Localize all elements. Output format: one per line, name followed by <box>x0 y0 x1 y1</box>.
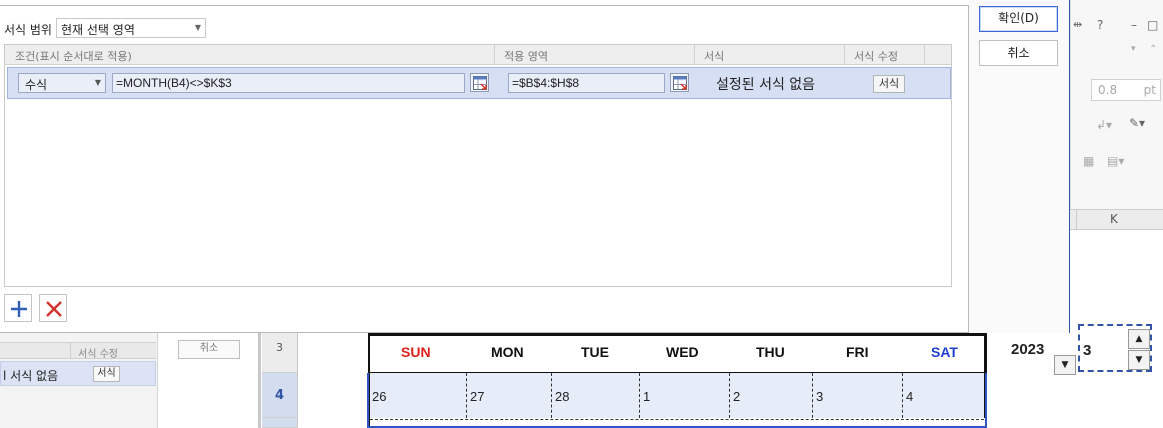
day-sun: SUN <box>401 344 431 360</box>
background-format-button[interactable]: 서식 <box>93 366 120 382</box>
sheet-edge <box>258 333 261 428</box>
plus-icon <box>11 301 27 317</box>
range-select-icon <box>473 76 487 90</box>
chevron-down-icon: ▼ <box>94 78 101 87</box>
weekday-header: SUN MON TUE WED THU FRI SAT <box>369 333 985 373</box>
border-size-input[interactable]: 0.8 pt <box>1091 79 1161 101</box>
chevron-up-icon[interactable]: ⌃ <box>1149 44 1157 55</box>
month-cell[interactable]: 3 ▲ ▼ <box>1078 324 1152 372</box>
minimize-icon[interactable]: – <box>1131 18 1137 32</box>
month-spin-up[interactable]: ▲ <box>1128 329 1150 349</box>
formula-input[interactable]: =MONTH(B4)<>$K$3 <box>112 73 465 93</box>
apply-range-input[interactable]: =$B$4:$H$8 <box>508 73 665 93</box>
background-left-header: 서식 수정 <box>0 342 156 360</box>
maximize-icon[interactable]: □ <box>1147 18 1158 32</box>
day-sat: SAT <box>931 344 958 360</box>
chevron-down-icon: ▼ <box>194 23 201 32</box>
rule-row[interactable]: 수식 ▼ =MONTH(B4)<>$K$3 =$B$4:$H$8 설정된 서식 … <box>7 67 951 99</box>
rule-type-select[interactable]: 수식 ▼ <box>18 73 106 93</box>
pen-icon[interactable]: ✎▾ <box>1129 116 1145 130</box>
col-range: 적용 영역 <box>504 50 548 63</box>
delete-rule-button[interactable] <box>39 294 67 322</box>
help-icon[interactable]: ? <box>1097 18 1103 32</box>
row-header-4[interactable]: 4 <box>262 373 298 418</box>
ok-button[interactable]: 확인(D) <box>979 6 1058 32</box>
day-mon: MON <box>491 344 524 360</box>
calendar-grid[interactable]: SUN MON TUE WED THU FRI SAT 26 27 28 1 2… <box>298 333 998 428</box>
year-spin-down[interactable]: ▼ <box>1054 355 1076 375</box>
month-spin-down[interactable]: ▼ <box>1128 350 1150 370</box>
day-tue: TUE <box>581 344 609 360</box>
formula-range-picker[interactable] <box>470 73 489 92</box>
close-icon <box>46 301 62 317</box>
background-toolbar: ⇹ ? – □ ▾ ⌃ 0.8 pt ↲▾ ✎▾ ▦ ▤▾ <box>1070 0 1163 212</box>
background-rule-row[interactable]: l 서식 없음 서식 <box>0 361 156 386</box>
chevron-down-icon[interactable]: ▾ <box>1131 44 1136 54</box>
cell-format-icon[interactable]: ▤▾ <box>1107 154 1124 168</box>
conditional-format-dialog: 서식 범위 현재 선택 영역 ▼ 조건(표시 순서대로 적용) 적용 영역 서식… <box>0 5 969 333</box>
column-header-k[interactable]: K <box>1070 209 1163 230</box>
scope-select[interactable]: 현재 선택 영역 ▼ <box>56 18 206 38</box>
cancel-button[interactable]: 취소 <box>979 40 1058 66</box>
add-rule-button[interactable] <box>4 294 32 322</box>
day-fri: FRI <box>846 344 869 360</box>
day-thu: THU <box>756 344 785 360</box>
split-icon[interactable]: ⇹ <box>1073 18 1082 31</box>
rules-table: 조건(표시 순서대로 적용) 적용 영역 서식 서식 수정 수식 ▼ =MONT… <box>4 44 952 287</box>
range-select-icon <box>673 76 687 90</box>
edit-format-button[interactable]: 서식 <box>873 75 905 93</box>
selection-border <box>367 373 987 428</box>
year-cell[interactable]: 2023 ▼ <box>1008 333 1078 376</box>
format-preview: 설정된 서식 없음 <box>716 77 816 93</box>
rules-table-header: 조건(표시 순서대로 적용) 적용 영역 서식 서식 수정 <box>5 45 951 65</box>
row-header-3[interactable]: 3 <box>262 333 298 373</box>
scope-label: 서식 범위 <box>4 23 52 37</box>
merge-cells-icon[interactable]: ▦ <box>1083 154 1094 168</box>
apply-range-picker[interactable] <box>670 73 689 92</box>
border-style-icon[interactable]: ↲▾ <box>1096 118 1112 132</box>
col-format: 서식 <box>704 50 725 63</box>
day-wed: WED <box>666 344 699 360</box>
row-header-5[interactable] <box>262 418 298 428</box>
col-condition: 조건(표시 순서대로 적용) <box>15 50 132 63</box>
background-cancel-button[interactable]: 취소 <box>178 340 240 359</box>
col-edit-format: 서식 수정 <box>854 50 898 63</box>
